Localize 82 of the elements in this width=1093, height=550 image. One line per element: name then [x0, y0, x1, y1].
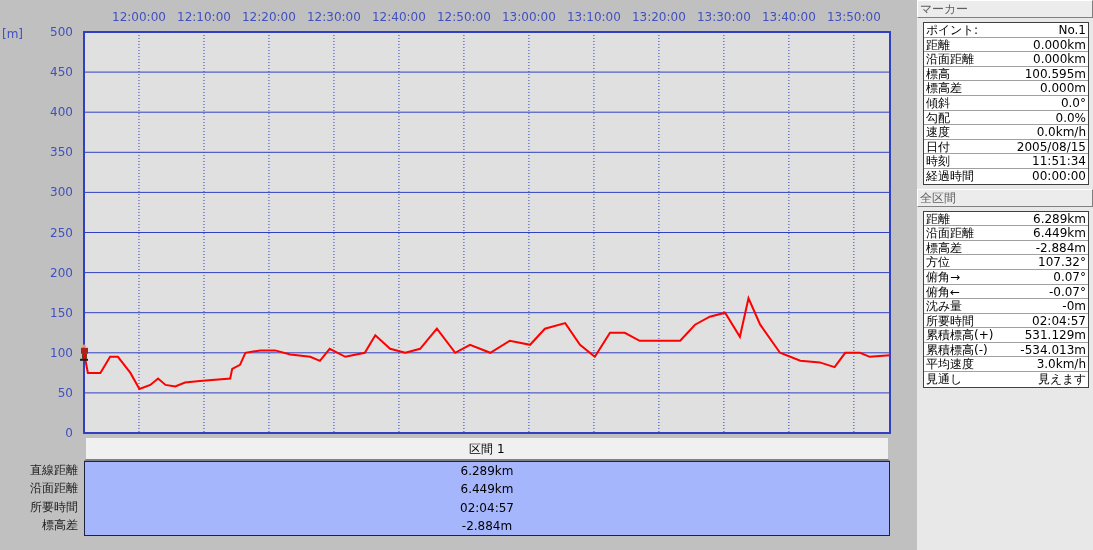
axis-label: 13:00:00 [501, 10, 556, 24]
field-label: 累積標高(+) [926, 328, 994, 342]
row-label: 直線距離 [30, 462, 78, 479]
axis-label: 12:40:00 [372, 10, 426, 24]
segment-header[interactable]: 区間 1 [84, 436, 890, 461]
field-value: 見えます [1038, 372, 1086, 387]
axis-label: 500 [50, 25, 73, 39]
field-label: 勾配 [926, 110, 950, 125]
field-value: 100.595m [1024, 66, 1086, 81]
field-label: 時刻 [926, 154, 950, 168]
field-label: 平均速度 [926, 357, 974, 372]
axis-label: 0 [65, 426, 73, 440]
field-value: 6.289km [1033, 211, 1086, 226]
field-label: 方位 [926, 255, 950, 269]
table-cell-text: 02:04:57 [460, 499, 514, 517]
field-value: 0.0km/h [1036, 125, 1086, 139]
field-label: 俯角← [926, 284, 961, 299]
axis-label: 13:20:00 [631, 10, 686, 24]
table-cell-text: 6.449km [460, 481, 514, 499]
row-label: 沿面距離 [30, 480, 78, 498]
field-label: 沿面距離 [926, 52, 974, 66]
field-value: 2005/08/15 [1016, 139, 1086, 154]
field-value: -2.884m [1035, 240, 1086, 255]
panel-header[interactable]: 全区間 [917, 188, 1093, 207]
axis-label: 50 [57, 385, 73, 400]
axis-label: 350 [50, 145, 73, 160]
field-label: 標高差 [926, 81, 962, 95]
field-label: 経過時間 [926, 168, 974, 184]
axis-label: 150 [50, 305, 73, 320]
field-value: 0.0° [1060, 95, 1086, 110]
axis-unit: [m] [2, 27, 24, 41]
field-label: 累積標高(-) [926, 342, 988, 357]
field-label: 沈み量 [926, 299, 962, 313]
field-label: 俯角→ [926, 269, 961, 284]
field-value: 0.07° [1053, 269, 1086, 284]
field-value: 0.0% [1055, 110, 1086, 125]
field-label: 距離 [926, 37, 950, 52]
table-cell-text: -2.884m [461, 517, 513, 535]
axis-label: 250 [50, 225, 73, 240]
field-value: 107.32° [1038, 255, 1086, 269]
axis-label: 13:30:00 [696, 10, 751, 24]
axis-label: 13:50:00 [826, 10, 881, 24]
axis-label: 13:40:00 [761, 10, 816, 24]
field-label: 標高 [926, 66, 950, 81]
field-value: 3.0km/h [1036, 357, 1086, 372]
field-value: 0.000km [1033, 37, 1086, 52]
field-value: -0m [1062, 299, 1086, 313]
axis-label: 400 [50, 105, 73, 120]
field-value: 11:51:34 [1032, 154, 1086, 168]
field-value: No.1 [1058, 23, 1086, 37]
table-cell-text: 6.289km [460, 463, 514, 480]
panel-header[interactable]: マーカー [917, 0, 1093, 18]
field-value: -0.07° [1048, 284, 1086, 299]
hiker-icon[interactable] [80, 344, 88, 361]
field-label: 速度 [926, 125, 950, 139]
axis-label: 12:20:00 [242, 10, 296, 24]
field-label: 見通し [926, 372, 962, 387]
axis-label: 12:10:00 [177, 10, 231, 24]
field-label: 標高差 [926, 240, 962, 255]
axis-label: 12:50:00 [436, 10, 491, 24]
axis-label: 200 [50, 265, 73, 280]
field-label: 所要時間 [926, 313, 974, 328]
axis-label: 12:30:00 [307, 10, 361, 24]
axis-label: 450 [50, 65, 73, 80]
axis-label: 12:00:00 [112, 10, 166, 24]
axis-label: 13:10:00 [566, 10, 621, 24]
axis-label: 300 [50, 185, 73, 200]
field-value: 0.000km [1033, 52, 1086, 66]
field-value: 0.000m [1039, 81, 1086, 95]
field-value: 6.449km [1033, 226, 1086, 240]
field-label: 沿面距離 [926, 226, 974, 240]
axis-label: 100 [50, 345, 73, 360]
field-label: ポイント: [926, 23, 979, 37]
field-label: 日付 [926, 139, 950, 154]
field-value: 00:00:00 [1032, 168, 1086, 184]
row-label: 標高差 [42, 516, 78, 534]
field-label: 傾斜 [926, 95, 950, 110]
row-label: 所要時間 [30, 498, 78, 516]
field-value: 02:04:57 [1032, 313, 1086, 328]
field-value: 531.129m [1024, 328, 1086, 342]
field-value: -534.013m [1020, 342, 1086, 357]
field-label: 距離 [926, 211, 950, 226]
